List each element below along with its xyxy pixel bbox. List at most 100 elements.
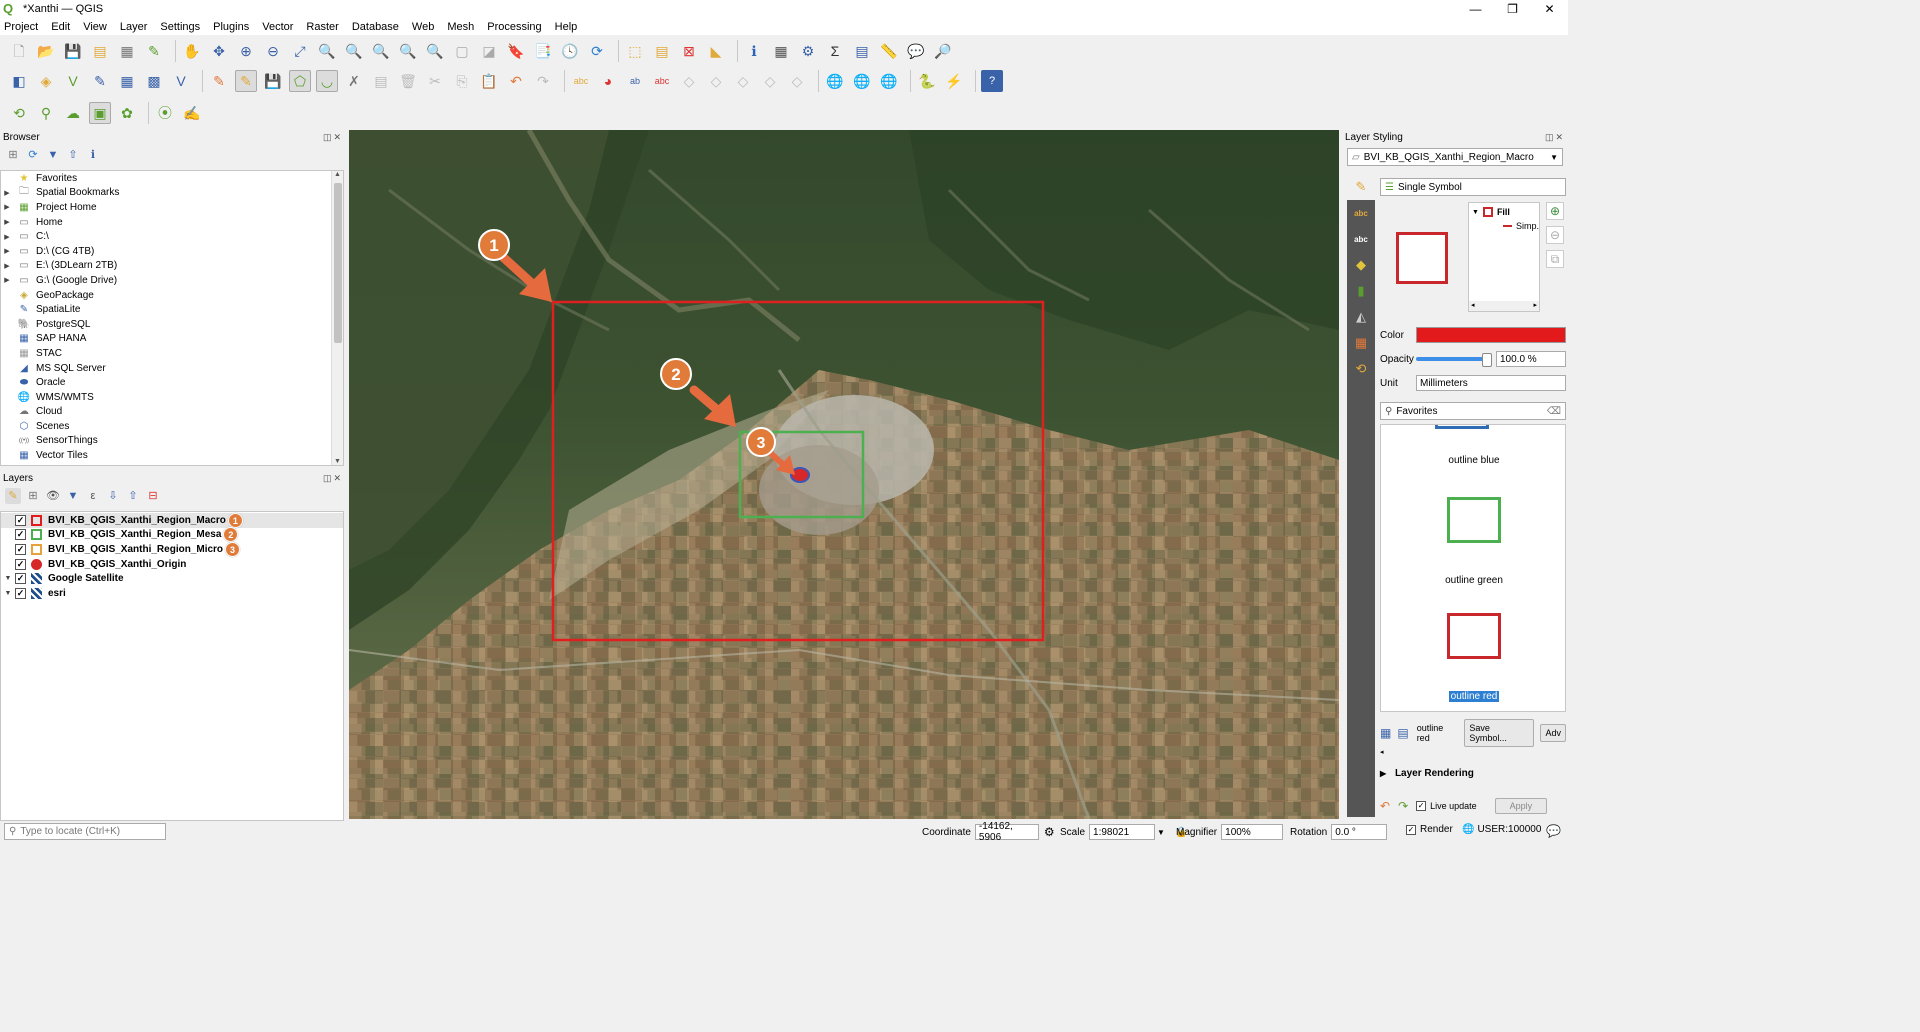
label-toolbar-icon[interactable]: abc <box>570 70 592 92</box>
zoom-layer-icon[interactable]: 🔍 <box>343 40 365 62</box>
delete-selected-icon[interactable]: 🗑 <box>397 70 419 92</box>
tracing-icon[interactable]: ✿ <box>116 102 138 124</box>
layer-row[interactable]: ✓ BVI_KB_QGIS_Xanthi_Region_Micro 3 <box>1 541 343 557</box>
layer-select-combo[interactable]: ▱ BVI_KB_QGIS_Xanthi_Region_Macro ▼ <box>1347 148 1563 166</box>
duplicate-symbol-layer-icon[interactable]: ⧉ <box>1546 250 1564 268</box>
measure-icon[interactable]: 📏 <box>878 40 900 62</box>
menu-layer[interactable]: Layer <box>120 21 148 33</box>
remove-symbol-layer-icon[interactable]: ⊖ <box>1546 226 1564 244</box>
browser-item[interactable]: ▶ ▭ Home <box>1 215 343 230</box>
menu-web[interactable]: Web <box>412 21 434 33</box>
add-delimited-icon[interactable]: ▦ <box>116 70 138 92</box>
menu-project[interactable]: Project <box>4 21 38 33</box>
layer-visibility-checkbox[interactable]: ✓ <box>15 529 26 541</box>
select-by-value-icon[interactable]: ▤ <box>651 40 673 62</box>
locator-input[interactable]: ⚲ Type to locate (Ctrl+K) <box>4 823 166 840</box>
symbol-search-input[interactable]: ⚲ Favorites ⌫ <box>1380 402 1566 420</box>
browser-item[interactable]: ▦ STAC <box>1 346 343 361</box>
zoom-out-icon[interactable]: ⊖ <box>262 40 284 62</box>
zoom-next-icon[interactable]: 🔍 <box>424 40 446 62</box>
temporal-controller-icon[interactable]: 🕓 <box>559 40 581 62</box>
new-bookmark-icon[interactable]: 🔖 <box>505 40 527 62</box>
layer-row[interactable]: ✓ BVI_KB_QGIS_Xanthi_Region_Mesa 2 <box>1 527 343 543</box>
menu-help[interactable]: Help <box>555 21 578 33</box>
masks-tab-icon[interactable]: abc <box>1347 226 1375 252</box>
current-edits-icon[interactable]: ✎ <box>208 70 230 92</box>
browser-item[interactable]: ◈ GeoPackage <box>1 288 343 303</box>
add-mesh-icon[interactable]: ▩ <box>143 70 165 92</box>
browser-item[interactable]: ▦ Vector Tiles <box>1 448 343 463</box>
symbol-tree-hscroll[interactable]: ◂ ▸ <box>1469 301 1539 311</box>
symbol-tree-fill[interactable]: ▼ Fill <box>1472 207 1539 217</box>
layer-visibility-checkbox[interactable]: ✓ <box>15 514 26 526</box>
statistics-icon[interactable]: Σ <box>824 40 846 62</box>
chevron-right-icon[interactable]: ▶ <box>1 218 13 226</box>
opacity-slider[interactable] <box>1416 353 1492 367</box>
browser-item[interactable]: ◢ MS SQL Server <box>1 361 343 376</box>
style-manager-icon[interactable]: ✎ <box>143 40 165 62</box>
browser-item[interactable]: ★ Favorites <box>1 171 343 186</box>
layer-row[interactable]: ▼ ✓ Google Satellite <box>1 571 343 586</box>
new-project-icon[interactable]: 🗋 <box>8 40 30 62</box>
coordinate-field[interactable]: -14162, 5906 <box>974 821 1039 843</box>
vertex-tool-icon[interactable]: ✗ <box>343 70 365 92</box>
add-selected-layers-icon[interactable]: ⊞ <box>5 147 21 163</box>
chevron-down-icon[interactable]: ▼ <box>1 590 15 597</box>
select-polygon-icon[interactable]: ▣ <box>89 102 111 124</box>
select-location-icon[interactable]: ◣ <box>705 40 727 62</box>
close-button[interactable]: ✕ <box>1531 0 1568 18</box>
panel-float-close-icon[interactable]: ◫✕ <box>323 473 343 484</box>
deselect-icon[interactable]: ⊠ <box>678 40 700 62</box>
shape-digitize-icon[interactable]: ☁ <box>62 102 84 124</box>
diagram-icon[interactable]: ◕ <box>597 70 619 92</box>
zoom-selection-icon[interactable]: 🔍 <box>316 40 338 62</box>
browser-item[interactable]: 🐘 PostgreSQL <box>1 317 343 332</box>
browser-item[interactable]: ▶ ▭ D:\ (CG 4TB) <box>1 244 343 259</box>
layer-row[interactable]: ✓ BVI_KB_QGIS_Xanthi_Origin <box>1 557 343 572</box>
symbol-outline-blue[interactable]: outline blue <box>1419 455 1529 466</box>
expand-all-icon[interactable]: ⇩ <box>105 488 121 504</box>
browser-item[interactable]: 🌐 WMS/WMTS <box>1 390 343 405</box>
save-symbol-button[interactable]: Save Symbol... <box>1464 719 1535 747</box>
modify-attributes-icon[interactable]: ▤ <box>370 70 392 92</box>
advanced-button[interactable]: Adv <box>1540 724 1566 742</box>
map-canvas[interactable]: 1 2 3 <box>349 130 1339 819</box>
panel-float-close-icon[interactable]: ◫✕ <box>323 132 343 143</box>
chevron-right-icon[interactable]: ▶ <box>1 189 13 197</box>
magnifier-spinbox[interactable]: 100% <box>1221 824 1284 840</box>
scale-combo[interactable]: 1:98021 <box>1089 824 1156 840</box>
browser-item[interactable]: ☁ Cloud <box>1 405 343 420</box>
labels-tab-icon[interactable]: abc <box>1347 200 1375 226</box>
chevron-right-icon[interactable]: ▶ <box>1 247 13 255</box>
horizontal-scrollbar[interactable]: ◂ <box>1380 748 1566 758</box>
new-3d-view-icon[interactable]: ◪ <box>478 40 500 62</box>
copy-features-icon[interactable]: ⎘ <box>451 70 473 92</box>
menu-settings[interactable]: Settings <box>160 21 200 33</box>
layout-manager-icon[interactable]: ▦ <box>116 40 138 62</box>
crs-globe-icon[interactable]: 🌐 <box>1462 824 1474 835</box>
help-icon[interactable]: ? <box>981 70 1003 92</box>
toggle-editing-icon[interactable]: ✎ <box>235 70 257 92</box>
refresh-browser-icon[interactable]: ⟳ <box>25 147 41 163</box>
paste-features-icon[interactable]: 📋 <box>478 70 500 92</box>
zoom-native-icon[interactable]: 🔍 <box>370 40 392 62</box>
collapse-all-icon[interactable]: ⇧ <box>65 147 81 163</box>
identify-icon[interactable]: ℹ <box>743 40 765 62</box>
snapping-icon[interactable]: ⦿ <box>154 102 176 124</box>
menu-vector[interactable]: Vector <box>262 21 293 33</box>
filter-legend-icon[interactable]: ▼ <box>65 488 81 504</box>
layer-visibility-checkbox[interactable]: ✓ <box>15 587 26 599</box>
panel-float-close-icon[interactable]: ◫✕ <box>1545 132 1565 143</box>
clear-search-icon[interactable]: ⌫ <box>1547 406 1561 417</box>
toolbox-icon[interactable]: ⚙ <box>797 40 819 62</box>
change-label-icon[interactable]: ◇ <box>732 70 754 92</box>
collapse-all-layers-icon[interactable]: ⇧ <box>125 488 141 504</box>
layer-rendering-section[interactable]: ▶ Layer Rendering <box>1380 768 1474 779</box>
new-print-layout-icon[interactable]: ▤ <box>89 40 111 62</box>
menu-database[interactable]: Database <box>352 21 399 33</box>
rotation-spinbox[interactable]: 0.0 ° <box>1331 824 1388 840</box>
rendering-tab-icon[interactable]: ▦ <box>1347 330 1375 356</box>
layer-styling-icon[interactable]: ✎ <box>5 488 21 504</box>
add-group-icon[interactable]: ⊞ <box>25 488 41 504</box>
layer-visibility-checkbox[interactable]: ✓ <box>15 558 26 570</box>
